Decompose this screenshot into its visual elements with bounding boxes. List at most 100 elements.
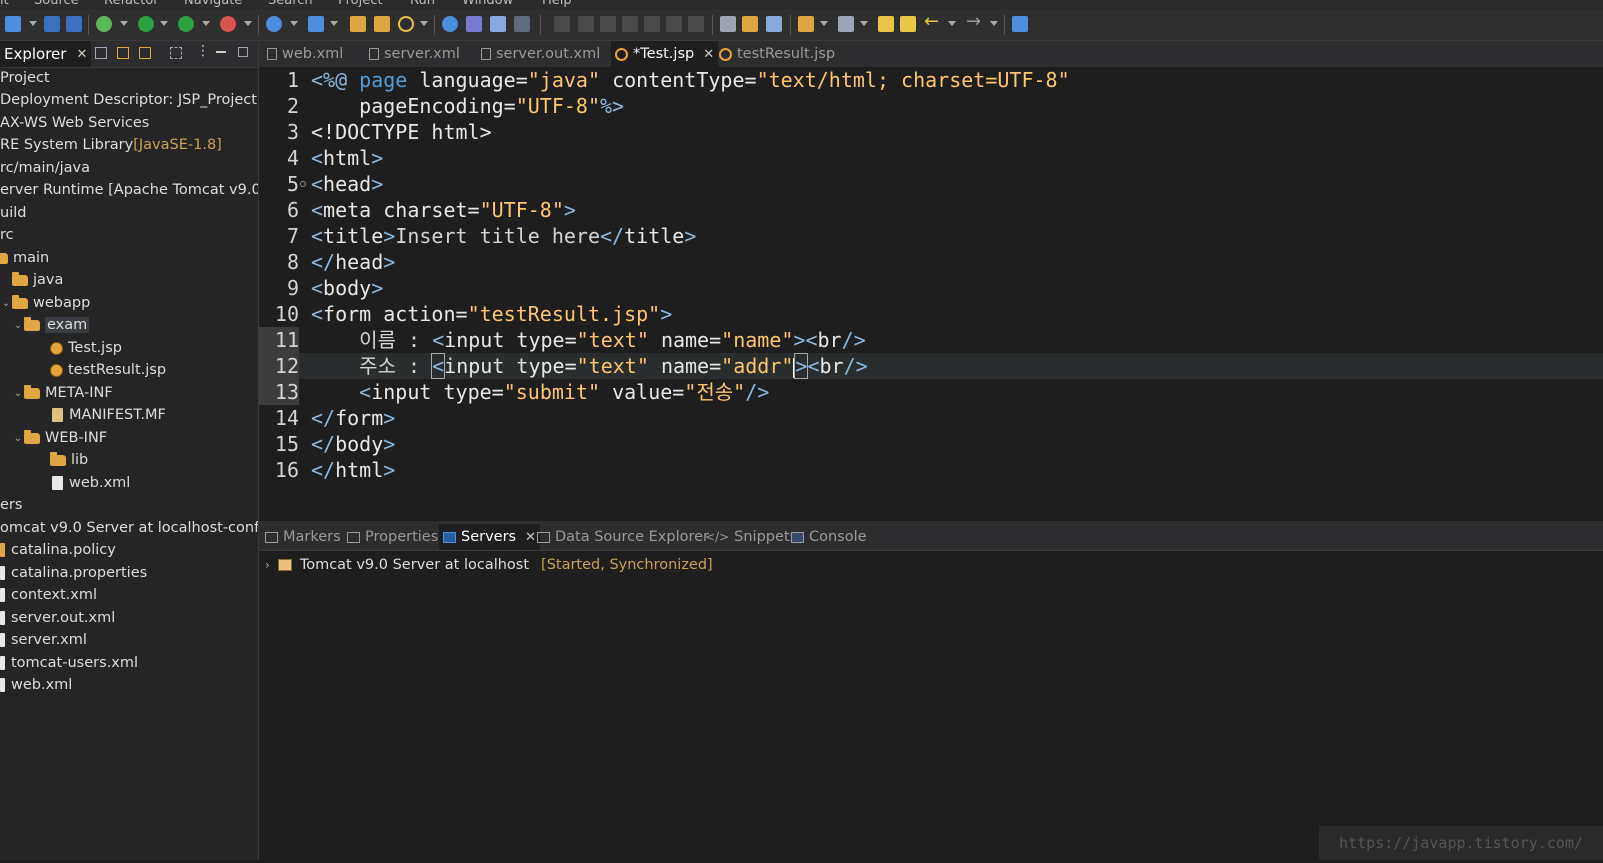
explorer-tab[interactable]: Explorer ✕ bbox=[0, 41, 92, 67]
chevron-down-icon[interactable] bbox=[860, 21, 868, 26]
menu-run[interactable]: Run bbox=[410, 0, 435, 8]
perspective-icon[interactable] bbox=[1012, 16, 1028, 32]
filter-icon[interactable] bbox=[170, 47, 182, 59]
chevron-down-icon[interactable] bbox=[330, 21, 338, 26]
save-icon[interactable] bbox=[44, 16, 60, 32]
view-menu-icon[interactable]: ⋮ bbox=[196, 43, 210, 59]
chevron-down-icon[interactable] bbox=[120, 21, 128, 26]
chevron-down-icon[interactable] bbox=[244, 21, 252, 26]
debug-icon[interactable] bbox=[96, 16, 112, 32]
chevron-down-icon[interactable] bbox=[948, 21, 956, 26]
code-line[interactable]: 4 <html> bbox=[259, 145, 1603, 171]
show-whitespace-icon[interactable] bbox=[766, 16, 782, 32]
tree-item-jaxws[interactable]: AX-WS Web Services bbox=[0, 112, 149, 134]
tree-item-src[interactable]: rc bbox=[0, 224, 14, 246]
focus-icon[interactable] bbox=[139, 47, 151, 59]
tree-item-catalina-properties[interactable]: catalina.properties bbox=[0, 562, 147, 584]
tree-item-lib[interactable]: lib bbox=[50, 449, 88, 471]
server-list-item[interactable]: › Tomcat v9.0 Server at localhost [Start… bbox=[265, 554, 713, 576]
tab-console[interactable]: Console bbox=[791, 524, 867, 550]
tree-item-servers[interactable]: ers bbox=[0, 494, 22, 516]
code-line[interactable]: 2 pageEncoding="UTF-8"%> bbox=[259, 93, 1603, 119]
close-icon[interactable]: ✕ bbox=[703, 47, 714, 62]
pin-icon[interactable] bbox=[466, 16, 482, 32]
chevron-down-icon[interactable] bbox=[290, 21, 298, 26]
code-line[interactable]: 10 <form action="testResult.jsp"> bbox=[259, 301, 1603, 327]
tab-snippets[interactable]: </> Snippets bbox=[705, 524, 797, 550]
tab-server-xml[interactable]: server.xml bbox=[369, 41, 460, 67]
code-line[interactable]: 8 </head> bbox=[259, 249, 1603, 275]
new-java-class-icon[interactable] bbox=[308, 16, 324, 32]
last-edit-icon[interactable] bbox=[878, 16, 894, 32]
tree-item-tomcat-config[interactable]: omcat v9.0 Server at localhost-config bbox=[0, 517, 258, 539]
maximize-icon[interactable] bbox=[238, 47, 248, 57]
tree-item-jre-library[interactable]: RE System Library [JavaSE-1.8] bbox=[0, 134, 222, 156]
tree-item-test-jsp[interactable]: Test.jsp bbox=[50, 337, 122, 359]
menu-refactor[interactable]: Refactor bbox=[104, 0, 159, 8]
menu-project[interactable]: Project bbox=[338, 0, 382, 8]
tree-item-deployment-descriptor[interactable]: Deployment Descriptor: JSP_Project bbox=[0, 89, 257, 111]
tree-item-manifest[interactable]: MANIFEST.MF bbox=[52, 404, 166, 426]
tab-web-xml[interactable]: web.xml bbox=[267, 41, 343, 67]
tree-item-project[interactable]: Project bbox=[0, 67, 50, 89]
tree-item-server-web-xml[interactable]: web.xml bbox=[0, 674, 72, 696]
chevron-right-icon[interactable]: › bbox=[265, 558, 270, 572]
chevron-down-icon[interactable]: ⌄ bbox=[0, 298, 12, 309]
run-icon[interactable] bbox=[138, 16, 154, 32]
coverage-icon[interactable] bbox=[178, 16, 194, 32]
menu-edit[interactable]: it bbox=[0, 0, 9, 8]
code-line[interactable]: 14 </form> bbox=[259, 405, 1603, 431]
tree-item-context-xml[interactable]: context.xml bbox=[0, 584, 97, 606]
tree-item-webapp[interactable]: ⌄ webapp bbox=[0, 292, 90, 314]
tree-item-src-main-java[interactable]: rc/main/java bbox=[0, 157, 90, 179]
forward-arrow-icon[interactable]: → bbox=[966, 13, 982, 31]
menu-source[interactable]: Source bbox=[34, 0, 79, 8]
chevron-down-icon[interactable] bbox=[420, 21, 428, 26]
previous-annotation-icon[interactable] bbox=[838, 16, 854, 32]
tree-item-testresult-jsp[interactable]: testResult.jsp bbox=[50, 359, 166, 381]
chevron-down-icon[interactable] bbox=[160, 21, 168, 26]
close-icon[interactable]: ✕ bbox=[525, 530, 536, 545]
chevron-down-icon[interactable] bbox=[29, 21, 37, 26]
chevron-down-icon[interactable] bbox=[820, 21, 828, 26]
next-edit-icon[interactable] bbox=[900, 16, 916, 32]
save-all-icon[interactable] bbox=[66, 16, 82, 32]
tree-item-meta-inf[interactable]: ⌄ META-INF bbox=[12, 382, 113, 404]
tab-test-jsp[interactable]: *Test.jsp ✕ bbox=[611, 41, 719, 67]
minimize-icon[interactable] bbox=[216, 51, 226, 53]
code-line[interactable]: 7 <title>Insert title here</title> bbox=[259, 223, 1603, 249]
collapse-all-icon[interactable] bbox=[95, 47, 107, 59]
chevron-down-icon[interactable]: ⌄ bbox=[12, 320, 24, 331]
chevron-down-icon[interactable]: ⌄ bbox=[12, 433, 24, 444]
tree-item-server-runtime[interactable]: erver Runtime [Apache Tomcat v9.0] bbox=[0, 179, 258, 201]
tree-item-web-inf[interactable]: ⌄ WEB-INF bbox=[12, 427, 107, 449]
tree-item-catalina-policy[interactable]: catalina.policy bbox=[0, 539, 116, 561]
annotation-icon[interactable] bbox=[798, 16, 814, 32]
tree-item-server-xml[interactable]: server.xml bbox=[0, 629, 87, 651]
tree-item-java[interactable]: java bbox=[12, 269, 63, 291]
menu-navigate[interactable]: Navigate bbox=[184, 0, 242, 8]
code-line[interactable]: 16 </html> bbox=[259, 457, 1603, 483]
toggle-mark-icon[interactable] bbox=[720, 16, 736, 32]
menu-search[interactable]: Search bbox=[268, 0, 313, 8]
open-type-icon[interactable] bbox=[350, 16, 366, 32]
code-line[interactable]: 1 <%@ page language="java" contentType="t… bbox=[259, 67, 1603, 93]
tree-item-tomcat-users-xml[interactable]: tomcat-users.xml bbox=[0, 652, 138, 674]
browser-icon[interactable] bbox=[442, 16, 458, 32]
skip-breakpoints-icon[interactable] bbox=[514, 16, 530, 32]
link-with-editor-icon[interactable] bbox=[117, 47, 129, 59]
chevron-down-icon[interactable]: ⌄ bbox=[12, 388, 24, 399]
monitor-icon[interactable] bbox=[490, 16, 506, 32]
code-line[interactable]: 3 <!DOCTYPE html> bbox=[259, 119, 1603, 145]
code-line[interactable]: 9 <body> bbox=[259, 275, 1603, 301]
menu-help[interactable]: Help bbox=[542, 0, 572, 8]
new-icon[interactable] bbox=[5, 16, 21, 32]
tree-item-main[interactable]: main bbox=[0, 247, 49, 269]
code-editor[interactable]: 1 <%@ page language="java" contentType="t… bbox=[259, 67, 1603, 521]
code-line[interactable]: 13 <input type="submit" value="전송"/> bbox=[259, 379, 1603, 405]
tree-item-server-out-xml[interactable]: server.out.xml bbox=[0, 607, 115, 629]
search-icon[interactable] bbox=[398, 16, 414, 32]
code-line[interactable]: 6 <meta charset="UTF-8"> bbox=[259, 197, 1603, 223]
menu-window[interactable]: Window bbox=[462, 0, 513, 8]
tab-testresult-jsp[interactable]: testResult.jsp bbox=[719, 41, 835, 67]
